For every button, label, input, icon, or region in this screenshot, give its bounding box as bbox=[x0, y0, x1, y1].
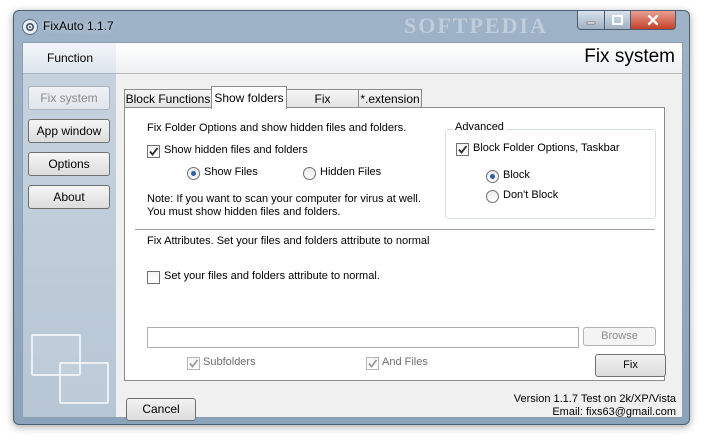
sidebar-item-fix-system[interactable]: Fix system bbox=[28, 86, 110, 110]
subfolders-checkbox[interactable] bbox=[187, 357, 200, 370]
checkmark-icon bbox=[458, 145, 468, 154]
checkmark-icon bbox=[149, 147, 159, 156]
sidebar-item-about[interactable]: About bbox=[28, 185, 110, 209]
function-sidebar: Function Fix system App window Options A… bbox=[22, 42, 118, 418]
minimize-icon bbox=[586, 21, 596, 25]
browse-button[interactable]: Browse bbox=[583, 327, 656, 346]
note-line-1: Note: If you want to scan your computer … bbox=[147, 193, 421, 205]
version-text: Version 1.1.7 Test on 2k/XP/Vista bbox=[513, 393, 676, 405]
cancel-button[interactable]: Cancel bbox=[126, 398, 196, 421]
tab-block-functions[interactable]: Block Functions bbox=[124, 89, 212, 108]
sidebar-item-app-window[interactable]: App window bbox=[28, 119, 110, 143]
set-normal-label: Set your files and folders attribute to … bbox=[164, 270, 380, 282]
radio-dont-block-label: Don't Block bbox=[503, 189, 559, 201]
app-window: FixAuto 1.1.7 SOFTPEDIA Function Fix sys… bbox=[13, 10, 690, 425]
maximize-icon bbox=[612, 15, 623, 25]
note-line-2: You must show hidden files and folders. bbox=[147, 206, 341, 218]
tab-extension[interactable]: *.extension bbox=[358, 89, 422, 108]
set-normal-checkbox[interactable] bbox=[147, 271, 160, 284]
block-folder-options-checkbox[interactable] bbox=[456, 143, 469, 156]
show-hidden-label: Show hidden files and folders bbox=[164, 144, 308, 156]
radio-block[interactable] bbox=[486, 170, 499, 183]
sidebar-item-options[interactable]: Options bbox=[28, 152, 110, 176]
radio-dont-block[interactable] bbox=[486, 190, 499, 203]
close-button[interactable] bbox=[630, 11, 676, 30]
and-files-checkbox[interactable] bbox=[366, 357, 379, 370]
attributes-heading: Fix Attributes. Set your files and folde… bbox=[147, 235, 430, 247]
and-files-label: And Files bbox=[382, 356, 428, 368]
close-icon bbox=[647, 14, 659, 26]
radio-show-files[interactable] bbox=[187, 167, 200, 180]
maximize-button[interactable] bbox=[604, 11, 631, 30]
main-panel: Fix system Block Functions Show folders … bbox=[116, 42, 683, 421]
minimize-button[interactable] bbox=[577, 11, 605, 30]
watermark: SOFTPEDIA bbox=[404, 13, 548, 38]
intro-text: Fix Folder Options and show hidden files… bbox=[147, 122, 407, 134]
checkmark-icon bbox=[189, 359, 199, 368]
title-bar[interactable]: FixAuto 1.1.7 SOFTPEDIA bbox=[14, 11, 689, 41]
sidebar-heading: Function bbox=[23, 43, 117, 74]
radio-show-files-label: Show Files bbox=[204, 166, 258, 178]
windows-decoration bbox=[59, 362, 109, 404]
radio-hidden-files[interactable] bbox=[303, 167, 316, 180]
block-folder-options-label: Block Folder Options, Taskbar bbox=[473, 142, 620, 154]
tab-show-folders[interactable]: Show folders bbox=[211, 86, 287, 109]
subfolders-label: Subfolders bbox=[203, 356, 256, 368]
app-icon[interactable] bbox=[22, 19, 38, 35]
divider bbox=[135, 229, 655, 230]
radio-block-label: Block bbox=[503, 169, 530, 181]
fix-button[interactable]: Fix bbox=[595, 354, 666, 377]
window-title: FixAuto 1.1.7 bbox=[43, 19, 114, 33]
path-input[interactable] bbox=[147, 327, 579, 348]
checkmark-icon bbox=[368, 359, 378, 368]
advanced-legend: Advanced bbox=[453, 121, 506, 133]
page-title: Fix system bbox=[584, 46, 675, 67]
radio-hidden-files-label: Hidden Files bbox=[320, 166, 382, 178]
show-folders-panel: Fix Folder Options and show hidden files… bbox=[124, 107, 665, 381]
email-text: Email: fixs63@gmail.com bbox=[552, 406, 676, 418]
main-header: Fix system bbox=[116, 43, 682, 74]
tab-fix-functions[interactable]: Fix Functions bbox=[286, 89, 359, 124]
show-hidden-checkbox[interactable] bbox=[147, 145, 160, 158]
